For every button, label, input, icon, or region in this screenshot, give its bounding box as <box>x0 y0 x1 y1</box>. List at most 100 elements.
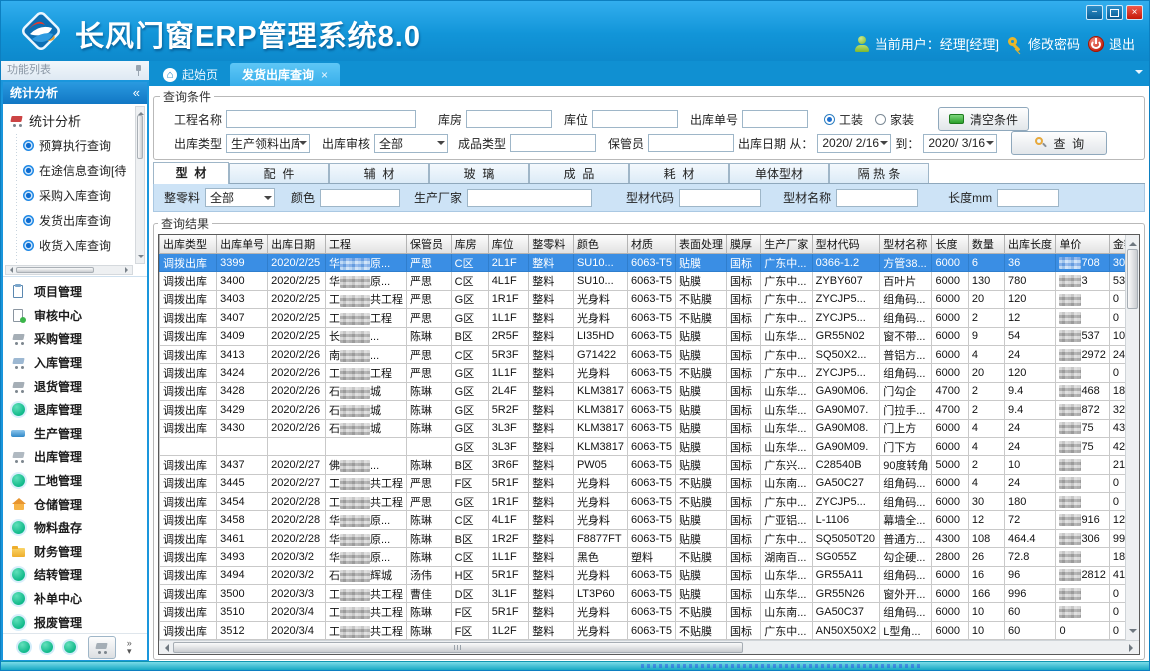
tree-item[interactable]: 退货查询[待定] <box>9 258 133 264</box>
table-row[interactable]: 调拨出库34452020/2/27工共工程严思F区5R1F整料光身料6063-T… <box>160 474 1139 492</box>
table-row[interactable]: 调拨出库35122020/3/4工共工程陈琳F区1L2F整料光身料6063-T5… <box>160 621 1139 639</box>
table-row[interactable]: 调拨出库35102020/3/4工共工程陈琳F区5R1F整料光身料6063-T5… <box>160 603 1139 621</box>
material-tab[interactable]: 型 材 <box>153 162 229 184</box>
table-row[interactable]: 调拨出库34942020/3/2石辉城汤伟H区5R1F整料光身料6063-T5贴… <box>160 566 1139 584</box>
manufacturer-input[interactable] <box>467 189 592 207</box>
collapse-arrow-icon[interactable]: « <box>133 82 140 104</box>
sidebar-item[interactable]: 入库管理 <box>11 351 147 375</box>
toolbar-dot-icon[interactable] <box>64 641 76 653</box>
column-header[interactable]: 库房 <box>451 235 488 254</box>
material-tab[interactable]: 单体型材 <box>729 163 829 183</box>
search-button[interactable]: 查 询 <box>1011 131 1107 155</box>
toolbar-dot-icon[interactable] <box>41 641 53 653</box>
material-tab[interactable]: 玻 璃 <box>429 163 529 183</box>
sidebar-item[interactable]: 仓储管理 <box>11 492 147 516</box>
sidebar-item[interactable]: 出库管理 <box>11 445 147 469</box>
scroll-thumb[interactable] <box>1127 249 1138 309</box>
radio-jiazhuang[interactable]: 家装 <box>875 111 914 128</box>
date-to-select[interactable]: 2020/ 3/16 <box>923 134 997 153</box>
scroll-left-icon[interactable] <box>7 267 13 273</box>
outbound-audit-select[interactable]: 全部 <box>374 134 448 153</box>
tree-item[interactable]: 采购入库查询 <box>9 183 133 208</box>
keeper-input[interactable] <box>648 134 734 152</box>
outbound-type-select[interactable]: 生产领料出库 <box>226 134 310 153</box>
logout-button[interactable]: 退出 <box>1088 34 1135 53</box>
order-no-input[interactable] <box>742 110 808 128</box>
tree-item[interactable]: 发货出库查询 <box>9 208 133 233</box>
color-input[interactable] <box>320 189 400 207</box>
radio-gongzhuang[interactable]: 工装 <box>824 111 863 128</box>
more-menus-button[interactable]: »▾ <box>127 639 132 655</box>
column-header[interactable]: 型材名称 <box>880 235 932 254</box>
table-row[interactable]: 调拨出库34032020/2/25工共工程严思G区1R1F整料光身料6063-T… <box>160 290 1139 308</box>
scroll-right-icon[interactable] <box>1129 644 1137 652</box>
tab-overflow-arrow-icon[interactable] <box>1135 70 1143 78</box>
table-row[interactable]: 调拨出库34092020/2/25长...陈琳B区2R5F整料LI35HD606… <box>160 327 1139 345</box>
grid-vertical-scrollbar[interactable] <box>1125 235 1139 640</box>
material-tab[interactable]: 成 品 <box>529 163 629 183</box>
profile-name-input[interactable] <box>836 189 918 207</box>
profile-code-input[interactable] <box>679 189 761 207</box>
sidebar-item[interactable]: 审核中心 <box>11 304 147 328</box>
table-row[interactable]: G区3L3F整料KLM38176063-T5贴膜国标山东华...GA90M09.… <box>160 437 1139 455</box>
column-header[interactable]: 材质 <box>628 235 676 254</box>
sidebar-item[interactable]: 项目管理 <box>11 280 147 304</box>
date-from-select[interactable]: 2020/ 2/16 <box>817 134 891 153</box>
column-header[interactable]: 出库日期 <box>268 235 326 254</box>
table-row[interactable]: 调拨出库34282020/2/26石城陈琳G区2L4F整料KLM38176063… <box>160 382 1139 400</box>
scroll-right-icon[interactable] <box>125 267 131 273</box>
tree-root-item[interactable]: 统计分析 <box>9 108 133 133</box>
scroll-left-icon[interactable] <box>161 644 169 652</box>
sidebar-item[interactable]: 补单中心 <box>11 587 147 611</box>
maximize-button[interactable] <box>1106 5 1123 20</box>
column-header[interactable]: 库位 <box>488 235 529 254</box>
column-header[interactable]: 出库长度 <box>1004 235 1055 254</box>
length-input[interactable] <box>997 189 1059 207</box>
table-row[interactable]: 调拨出库33992020/2/25华原...严思C区2L1F整料SU10...6… <box>160 254 1139 272</box>
column-header[interactable]: 数量 <box>968 235 1004 254</box>
sidebar-item[interactable]: 退货管理 <box>11 374 147 398</box>
warehouse-input[interactable] <box>466 110 552 128</box>
section-header[interactable]: 统计分析 « <box>3 82 147 104</box>
column-header[interactable]: 保管员 <box>406 235 451 254</box>
column-header[interactable]: 出库单号 <box>217 235 268 254</box>
column-header[interactable]: 整零料 <box>529 235 574 254</box>
table-row[interactable]: 调拨出库34542020/2/28工共工程严思G区1R1F整料光身料6063-T… <box>160 493 1139 511</box>
cart-toolbar-button[interactable] <box>88 636 116 659</box>
column-header[interactable]: 膜厚 <box>727 235 761 254</box>
column-header[interactable]: 表面处理 <box>676 235 727 254</box>
change-password-button[interactable]: 修改密码 <box>1007 34 1080 53</box>
material-tab[interactable]: 耗 材 <box>629 163 729 183</box>
clear-conditions-button[interactable]: 清空条件 <box>938 107 1029 131</box>
column-header[interactable]: 出库类型 <box>160 235 217 254</box>
table-row[interactable]: 调拨出库34932020/3/2华原...陈琳C区1L1F整料黑色塑料不贴膜国标… <box>160 548 1139 566</box>
scroll-up-icon[interactable] <box>1129 238 1137 246</box>
table-row[interactable]: 调拨出库34002020/2/25华原...严思C区4L1F整料SU10...6… <box>160 272 1139 290</box>
tree-horizontal-scrollbar[interactable] <box>5 265 133 275</box>
table-row[interactable]: 调拨出库34582020/2/28华原...陈琳C区4L1F整料光身料6063-… <box>160 511 1139 529</box>
minimize-button[interactable]: − <box>1086 5 1103 20</box>
sidebar-item[interactable]: 物料盘存 <box>11 516 147 540</box>
column-header[interactable]: 单价 <box>1056 235 1109 254</box>
column-header[interactable]: 工程 <box>325 235 406 254</box>
sidebar-item[interactable]: 财务管理 <box>11 540 147 564</box>
table-row[interactable]: 调拨出库34372020/2/27佛...陈琳B区3R6F整料PW056063-… <box>160 456 1139 474</box>
grid-horizontal-scrollbar[interactable] <box>159 640 1139 654</box>
project-name-input[interactable] <box>226 110 416 128</box>
table-row[interactable]: 调拨出库35002020/3/3工共工程曹佳D区3L1F整料LT3P606063… <box>160 585 1139 603</box>
table-row[interactable]: 调拨出库34242020/2/26工工程严思G区1L1F整料光身料6063-T5… <box>160 364 1139 382</box>
close-button[interactable]: × <box>1126 5 1143 20</box>
product-type-input[interactable] <box>510 134 596 152</box>
column-header[interactable]: 颜色 <box>573 235 627 254</box>
table-row[interactable]: 调拨出库34292020/2/26石城陈琳G区5R2F整料KLM38176063… <box>160 401 1139 419</box>
material-tab[interactable]: 辅 材 <box>329 163 429 183</box>
scroll-thumb[interactable] <box>16 267 94 273</box>
material-tab[interactable]: 配 件 <box>229 163 329 183</box>
column-header[interactable]: 生产厂家 <box>761 235 812 254</box>
table-row[interactable]: 调拨出库34302020/2/26石城陈琳G区3L3F整料KLM38176063… <box>160 419 1139 437</box>
table-row[interactable]: 调拨出库34612020/2/28华原...陈琳B区1R2F整料F8877FT6… <box>160 529 1139 547</box>
scroll-thumb[interactable] <box>137 115 143 159</box>
sidebar-item[interactable]: 工地管理 <box>11 469 147 493</box>
pin-icon[interactable] <box>134 65 143 76</box>
location-input[interactable] <box>592 110 678 128</box>
